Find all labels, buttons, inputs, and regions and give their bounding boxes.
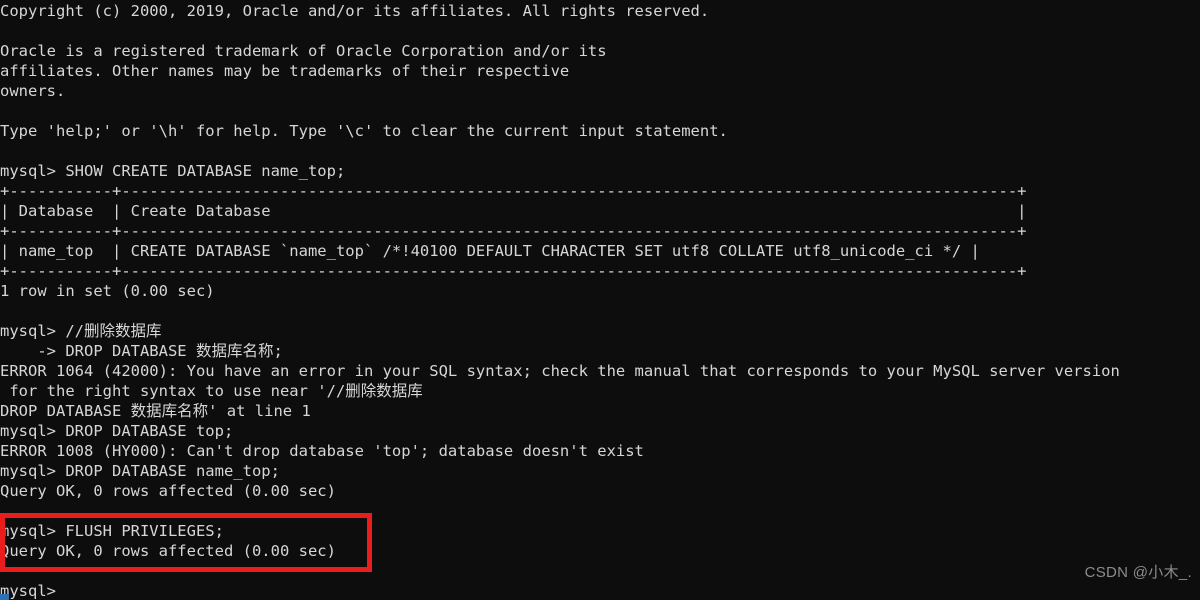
terminal-line: Query OK, 0 rows affected (0.00 sec) (0, 482, 336, 500)
terminal-line: Copyright (c) 2000, 2019, Oracle and/or … (0, 2, 710, 20)
terminal-line: DROP DATABASE 数据库名称' at line 1 (0, 402, 311, 420)
terminal-line: mysql> DROP DATABASE top; (0, 422, 234, 440)
terminal-line: mysql> FLUSH PRIVILEGES; (0, 522, 224, 540)
mysql-terminal-window[interactable]: Copyright (c) 2000, 2019, Oracle and/or … (0, 0, 1200, 600)
terminal-line: +-----------+---------------------------… (0, 262, 1027, 280)
terminal-line: mysql> //删除数据库 (0, 322, 162, 340)
terminal-line: Oracle is a registered trademark of Orac… (0, 42, 607, 60)
terminal-line: for the right syntax to use near '//删除数据… (0, 382, 423, 400)
terminal-line: owners. (0, 82, 66, 100)
terminal-line: ERROR 1064 (42000): You have an error in… (0, 362, 1120, 380)
terminal-line: Query OK, 0 rows affected (0.00 sec) (0, 542, 336, 560)
terminal-line: +-----------+---------------------------… (0, 182, 1027, 200)
terminal-line: 1 row in set (0.00 sec) (0, 282, 215, 300)
terminal-line: mysql> (0, 582, 56, 600)
terminal-line: | Database | Create Database | (0, 202, 1027, 220)
terminal-line: mysql> DROP DATABASE name_top; (0, 462, 280, 480)
text-cursor (0, 594, 9, 600)
terminal-line: | name_top | CREATE DATABASE `name_top` … (0, 242, 980, 260)
terminal-line: ERROR 1008 (HY000): Can't drop database … (0, 442, 644, 460)
csdn-watermark: CSDN @小木_. (1084, 564, 1192, 581)
terminal-output: Copyright (c) 2000, 2019, Oracle and/or … (0, 1, 1200, 600)
terminal-line: Type 'help;' or '\h' for help. Type '\c'… (0, 122, 728, 140)
terminal-line: mysql> SHOW CREATE DATABASE name_top; (0, 162, 346, 180)
terminal-line: affiliates. Other names may be trademark… (0, 62, 570, 80)
terminal-line: +-----------+---------------------------… (0, 222, 1027, 240)
terminal-line: -> DROP DATABASE 数据库名称; (0, 342, 283, 360)
